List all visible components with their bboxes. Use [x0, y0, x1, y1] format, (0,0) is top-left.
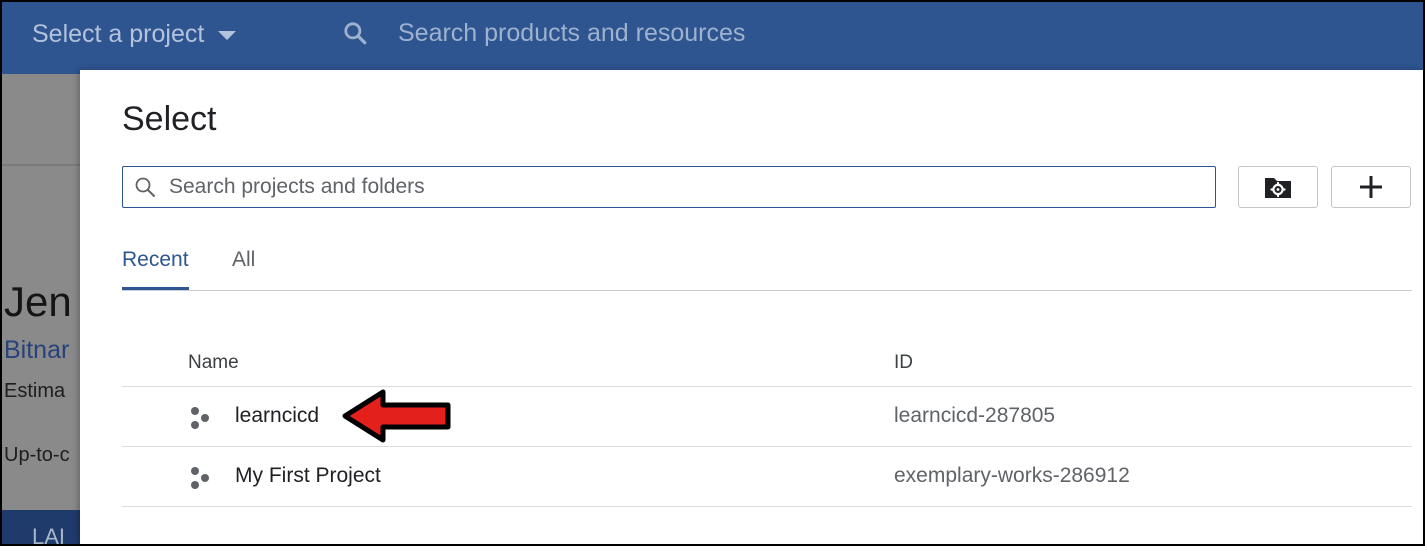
- project-id: learncicd-287805: [894, 404, 1056, 427]
- background-uptodate-text: Up-to-c: [4, 444, 70, 466]
- project-name[interactable]: learncicd: [235, 404, 319, 428]
- background-launch-button: LAI: [2, 510, 80, 544]
- plus-icon: [1360, 176, 1382, 198]
- project-name[interactable]: My First Project: [235, 464, 381, 488]
- column-header-id: ID: [894, 352, 913, 373]
- dialog-title: Select: [122, 100, 217, 138]
- project-picker-button[interactable]: Select a project: [20, 14, 248, 54]
- tab-all[interactable]: All: [232, 248, 255, 288]
- project-id: exemplary-works-286912: [894, 464, 1130, 487]
- folder-settings-icon: [1265, 178, 1291, 198]
- projects-table: Name ID learncicd learncicd-287805 My Fi…: [122, 338, 1412, 507]
- new-project-button[interactable]: [1331, 166, 1411, 208]
- project-icon: [191, 407, 209, 429]
- annotation-arrow-icon: [342, 389, 451, 443]
- project-search-input[interactable]: [167, 174, 1215, 200]
- screenshot-frame: Select a project Search products and res…: [0, 0, 1425, 546]
- table-header: Name ID: [122, 338, 1412, 387]
- background-page: Jen Bitnar Estima Up-to-c LAI: [2, 74, 80, 544]
- top-search-placeholder: Search products and resources: [398, 18, 746, 47]
- project-picker-label: Select a project: [32, 19, 205, 48]
- background-link: Bitnar: [4, 336, 70, 364]
- search-icon: [135, 177, 155, 197]
- column-header-name: Name: [188, 352, 239, 373]
- project-icon: [191, 467, 209, 489]
- table-row-learncicd[interactable]: learncicd learncicd-287805: [122, 387, 1412, 447]
- caret-down-icon: [218, 31, 237, 40]
- search-icon: [344, 22, 367, 45]
- project-tabs: Recent All: [122, 242, 1412, 291]
- table-row-my-first-project[interactable]: My First Project exemplary-works-286912: [122, 447, 1412, 507]
- top-bar: Select a project Search products and res…: [2, 2, 1423, 74]
- background-estimate-text: Estima: [4, 380, 66, 402]
- top-search-bar[interactable]: Search products and resources: [342, 12, 1402, 54]
- manage-folders-button[interactable]: [1238, 166, 1318, 208]
- tab-recent[interactable]: Recent: [122, 248, 189, 290]
- project-search-field[interactable]: [122, 166, 1216, 208]
- select-project-dialog: Select Search projects and folders Recen…: [80, 70, 1423, 544]
- background-divider: [2, 164, 80, 166]
- background-title: Jen: [4, 278, 72, 325]
